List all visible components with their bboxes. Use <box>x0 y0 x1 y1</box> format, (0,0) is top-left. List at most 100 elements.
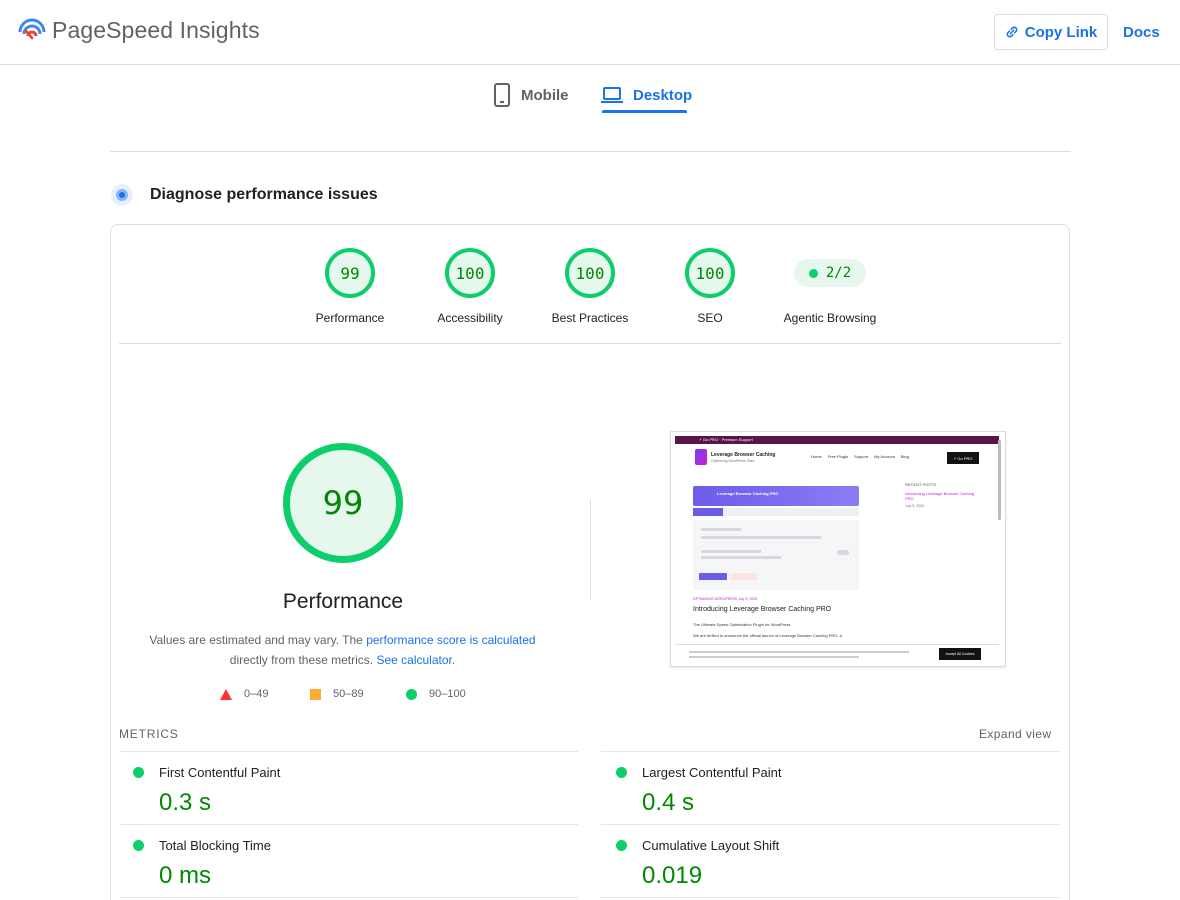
fail-triangle-icon <box>220 688 232 700</box>
divider <box>110 151 1071 152</box>
shot-topbar-text: ⚡ Go PRO · Premium Support <box>699 437 753 442</box>
performance-gauge[interactable]: 99 <box>325 248 375 298</box>
legend-fail-range: 0–49 <box>244 688 269 700</box>
best-practices-score: 100 <box>575 263 605 283</box>
score-note: Values are estimated and may vary. The p… <box>140 630 545 670</box>
app-header: PageSpeed Insights Copy Link Docs <box>0 0 1180 65</box>
performance-big-gauge: 99 <box>283 443 403 563</box>
legend-average: 50–89 <box>310 688 364 700</box>
legend-pass: 90–100 <box>406 688 466 700</box>
metric-fcp-name: First Contentful Paint <box>159 765 281 780</box>
shot-hero-title: Leverage Browser Caching PRO <box>717 491 779 496</box>
metric-cls-name: Cumulative Layout Shift <box>642 838 780 853</box>
shot-topbar: ⚡ Go PRO · Premium Support <box>675 436 999 444</box>
metric-fcp-value: 0.3 s <box>159 789 212 816</box>
shot-text-line <box>701 556 781 559</box>
agentic-browsing-label: Agentic Browsing <box>783 311 877 325</box>
app-title: PageSpeed Insights <box>52 17 260 43</box>
seo-score: 100 <box>695 263 725 283</box>
shot-go-pro-button: ⚡ Go PRO <box>947 452 979 464</box>
tab-mobile[interactable]: Mobile <box>493 76 569 114</box>
docs-link[interactable]: Docs <box>1123 24 1160 41</box>
agentic-browsing-badge[interactable]: 2/2 <box>794 259 866 287</box>
expand-view-toggle[interactable]: Expand view <box>979 727 1051 741</box>
see-calculator-link[interactable]: See calculator <box>376 653 451 667</box>
shot-text-line <box>689 651 909 653</box>
tab-desktop-label: Desktop <box>633 86 693 104</box>
performance-score-link[interactable]: performance score is calculated <box>366 633 535 647</box>
copy-link-label: Copy Link <box>1024 23 1098 41</box>
metric-divider <box>601 897 1060 898</box>
shot-post-text: We are thrilled to announce the official… <box>693 633 842 638</box>
phone-icon <box>494 83 510 107</box>
tab-desktop[interactable]: Desktop <box>601 76 692 114</box>
metric-divider <box>119 751 578 752</box>
legend-pass-range: 90–100 <box>429 688 466 700</box>
shot-nav-links: Home Free Plugin Support My Account Blog <box>811 454 909 459</box>
shot-recent-post-link: Introducing Leverage Browser Caching PRO <box>905 491 975 501</box>
shot-nav-link: Free Plugin <box>827 454 849 459</box>
agentic-browsing-score: 2/2 <box>825 265 852 281</box>
shot-text-line <box>701 536 821 539</box>
shot-site-logo <box>695 449 707 465</box>
link-icon <box>1006 26 1018 38</box>
note-middle: directly from these metrics. <box>229 653 374 667</box>
legend-average-range: 50–89 <box>333 688 364 700</box>
laptop-icon <box>601 87 623 103</box>
shot-nav-link: Support <box>854 454 869 459</box>
shot-nav-link: My Account <box>874 454 895 459</box>
metrics-heading: METRICS <box>119 727 179 741</box>
shot-toggle <box>837 550 849 555</box>
metric-cls-value: 0.019 <box>642 862 703 889</box>
average-square-icon <box>310 688 321 700</box>
shot-site-title: Leverage Browser Caching <box>711 452 776 458</box>
shot-post-title: Introducing Leverage Browser Caching PRO <box>693 606 832 613</box>
pass-dot-icon <box>808 268 818 278</box>
metric-lcp-value: 0.4 s <box>642 789 695 816</box>
metric-divider <box>119 824 578 825</box>
accessibility-score: 100 <box>455 263 485 283</box>
seo-gauge[interactable]: 100 <box>685 248 735 298</box>
accessibility-gauge[interactable]: 100 <box>445 248 495 298</box>
shot-post-subtitle: The Ultimate Speed Optimization Plugin f… <box>693 622 791 627</box>
pass-dot-icon <box>616 767 627 778</box>
note-prefix: Values are estimated and may vary. The <box>149 633 363 647</box>
performance-score: 99 <box>340 263 360 283</box>
active-tab-indicator <box>602 110 687 113</box>
performance-big-score: 99 <box>322 484 364 522</box>
shot-accept-cookies-button: Accept All Cookies <box>939 648 981 660</box>
pagespeed-logo-icon <box>18 18 46 40</box>
shot-text-line <box>689 656 859 658</box>
shot-scrollbar <box>998 440 1001 520</box>
metric-divider <box>601 824 1060 825</box>
shot-text-line <box>701 550 761 553</box>
metric-tbt-value: 0 ms <box>159 862 212 889</box>
metric-divider <box>119 897 578 898</box>
performance-big-label: Performance <box>282 590 404 613</box>
pass-circle-icon <box>406 688 417 700</box>
shot-nav-link: Blog <box>900 454 909 459</box>
metric-divider <box>601 751 1060 752</box>
shot-tab-active <box>693 508 723 516</box>
final-screenshot: ⚡ Go PRO · Premium Support Leverage Brow… <box>670 431 1006 667</box>
pass-dot-icon <box>616 840 627 851</box>
metric-lcp-name: Largest Contentful Paint <box>642 765 782 780</box>
legend-fail: 0–49 <box>220 688 268 700</box>
best-practices-gauge[interactable]: 100 <box>565 248 615 298</box>
performance-gauge-label: Performance <box>315 311 385 325</box>
shot-nav-link: Home <box>811 454 822 459</box>
shot-site-subtitle: Optimizing WordPress Sites <box>711 459 755 463</box>
best-practices-gauge-label: Best Practices <box>551 311 629 325</box>
tab-mobile-label: Mobile <box>521 86 569 104</box>
shot-text-line <box>701 528 741 531</box>
pass-dot-icon <box>133 840 144 851</box>
divider <box>119 343 1061 344</box>
seo-gauge-label: SEO <box>697 311 723 325</box>
lighthouse-icon <box>111 184 133 206</box>
metric-tbt-name: Total Blocking Time <box>159 838 271 853</box>
accessibility-gauge-label: Accessibility <box>437 311 503 325</box>
shot-button <box>731 573 757 580</box>
section-title: Diagnose performance issues <box>150 186 378 203</box>
copy-link-button[interactable]: Copy Link <box>994 14 1108 50</box>
shot-hero-banner <box>693 486 859 506</box>
